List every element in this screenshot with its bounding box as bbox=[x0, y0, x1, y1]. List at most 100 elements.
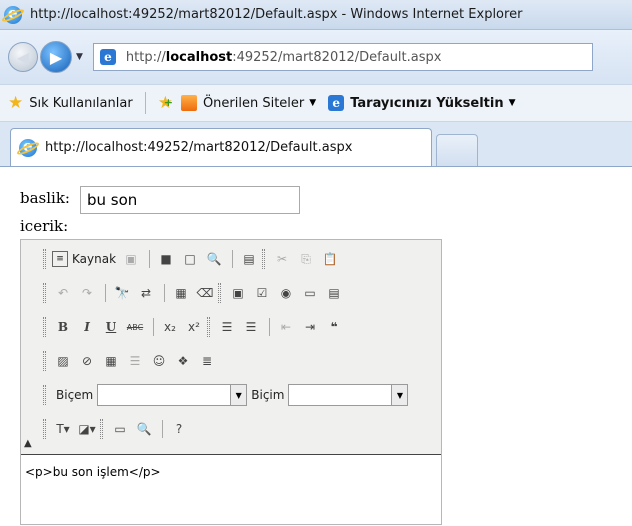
toolbar-grip bbox=[207, 317, 210, 337]
page-ie-icon: e bbox=[99, 49, 116, 65]
toolbar-row-4: ▨ ⊘ ▦ ☰ ☺ ❖ ≣ bbox=[21, 346, 220, 376]
toolbar-row-6: T▾ ◪▾ ▭ 🔍 ? bbox=[21, 414, 192, 444]
toolbar-separator bbox=[149, 250, 151, 268]
flash-icon[interactable]: ⊘ bbox=[76, 350, 98, 372]
forward-button[interactable]: ▶ bbox=[40, 41, 72, 73]
collapse-toolbar-icon[interactable]: ▲ bbox=[24, 438, 32, 449]
remove-format-icon[interactable]: ⌫ bbox=[194, 282, 216, 304]
add-to-favorites-icon[interactable]: ★ bbox=[158, 93, 173, 113]
upgrade-browser-link[interactable]: Tarayıcınızı Yükseltin bbox=[350, 96, 503, 111]
toolbar-separator bbox=[153, 318, 154, 336]
templates-icon[interactable]: ▤ bbox=[238, 248, 260, 270]
textarea-icon[interactable]: ▤ bbox=[323, 282, 345, 304]
toolbar-grip bbox=[43, 317, 46, 337]
italic-icon[interactable]: I bbox=[76, 316, 98, 338]
toolbar-grip bbox=[100, 419, 103, 439]
table-icon[interactable]: ▦ bbox=[100, 350, 122, 372]
window-titlebar: http://localhost:49252/mart82012/Default… bbox=[0, 0, 632, 30]
editor-content-area[interactable]: <p>bu son işlem</p> bbox=[21, 454, 441, 524]
subscript-icon[interactable]: x₂ bbox=[159, 316, 181, 338]
toolbar-grip bbox=[43, 419, 46, 439]
toolbar-grip bbox=[43, 385, 46, 405]
style-label: Biçem bbox=[56, 388, 94, 402]
tab-title: http://localhost:49252/mart82012/Default… bbox=[45, 140, 353, 155]
blockquote-icon[interactable]: ❝ bbox=[323, 316, 345, 338]
suggested-sites-link[interactable]: Önerilen Siteler bbox=[203, 96, 304, 111]
toolbar-row-3: B I U ABC x₂ x² ☰ ☰ ⇤ ⇥ ❝ bbox=[21, 312, 347, 342]
image-icon[interactable]: ▨ bbox=[52, 350, 74, 372]
toolbar-row-5: Biçem ▼ Biçim ▼ bbox=[21, 380, 409, 410]
new-page-icon[interactable]: □ bbox=[179, 248, 201, 270]
replace-icon[interactable]: ⇄ bbox=[135, 282, 157, 304]
back-arrow-icon: ◀ bbox=[16, 47, 30, 67]
new-tab-button[interactable] bbox=[436, 134, 478, 166]
toolbar-separator bbox=[269, 318, 270, 336]
toolbar-separator bbox=[232, 250, 234, 268]
horizontal-rule-icon[interactable]: ☰ bbox=[124, 350, 146, 372]
toolbar-grip bbox=[43, 283, 46, 303]
outdent-icon[interactable]: ⇤ bbox=[275, 316, 297, 338]
address-bar[interactable]: e http://localhost:49252/mart82012/Defau… bbox=[92, 43, 593, 71]
bulleted-list-icon[interactable]: ☰ bbox=[240, 316, 262, 338]
address-url[interactable]: http://localhost:49252/mart82012/Default… bbox=[126, 50, 442, 65]
maximize-icon[interactable]: ▭ bbox=[109, 418, 131, 440]
upgrade-ie-icon: e bbox=[328, 95, 345, 111]
select-all-icon[interactable]: ▦ bbox=[170, 282, 192, 304]
underline-icon[interactable]: U bbox=[100, 316, 122, 338]
recent-pages-dropdown-icon[interactable]: ▼ bbox=[76, 52, 83, 62]
redo-icon[interactable]: ↷ bbox=[76, 282, 98, 304]
toolbar-row-2: ↶ ↷ 🔭 ⇄ ▦ ⌫ ▣ ☑ ◉ ▭ ▤ bbox=[21, 278, 347, 308]
smiley-icon[interactable]: ☺ bbox=[148, 350, 170, 372]
favorites-bar: ★ Sık Kullanılanlar ★ Önerilen Siteler ▼… bbox=[0, 84, 632, 122]
page-content: baslik: icerik: ≡Kaynak ▣ ■ □ 🔍 ▤ ✂ ⎘ 📋 … bbox=[0, 166, 632, 526]
toolbar-grip bbox=[218, 283, 221, 303]
radio-icon[interactable]: ◉ bbox=[275, 282, 297, 304]
numbered-list-icon[interactable]: ☰ bbox=[216, 316, 238, 338]
toolbar-separator bbox=[105, 284, 106, 302]
bold-icon[interactable]: B bbox=[52, 316, 74, 338]
cut-icon[interactable]: ✂ bbox=[271, 248, 293, 270]
copy-icon[interactable]: ⎘ bbox=[295, 248, 317, 270]
format-select[interactable]: ▼ bbox=[288, 384, 409, 406]
superscript-icon[interactable]: x² bbox=[183, 316, 205, 338]
favorites-button-label[interactable]: Sık Kullanılanlar bbox=[29, 96, 132, 111]
undo-icon[interactable]: ↶ bbox=[52, 282, 74, 304]
tab-ie-icon bbox=[15, 137, 41, 157]
text-color-icon[interactable]: T▾ bbox=[52, 418, 74, 440]
suggested-sites-icon bbox=[180, 95, 197, 111]
favorites-separator bbox=[144, 92, 146, 114]
bg-color-icon[interactable]: ◪▾ bbox=[76, 418, 98, 440]
favorites-star-icon[interactable]: ★ bbox=[8, 94, 23, 112]
special-char-icon[interactable]: ❖ bbox=[172, 350, 194, 372]
indent-icon[interactable]: ⇥ bbox=[299, 316, 321, 338]
save-icon[interactable]: ■ bbox=[155, 248, 177, 270]
source-button[interactable]: ≡ Kaynak bbox=[52, 251, 116, 267]
suggested-sites-dropdown-icon[interactable]: ▼ bbox=[309, 98, 316, 108]
style-select[interactable]: ▼ bbox=[97, 384, 248, 406]
find-icon[interactable]: 🔭 bbox=[111, 282, 133, 304]
paste-icon[interactable]: 📋 bbox=[319, 248, 341, 270]
show-blocks-icon[interactable]: 🔍 bbox=[133, 418, 155, 440]
source-icon: ≡ bbox=[52, 251, 68, 267]
toolbar-grip bbox=[43, 351, 46, 371]
tab-row: http://localhost:49252/mart82012/Default… bbox=[0, 122, 632, 166]
save-icon-disabled: ▣ bbox=[125, 252, 137, 266]
toolbar-grip bbox=[262, 249, 266, 269]
preview-icon[interactable]: 🔍 bbox=[203, 248, 225, 270]
chevron-down-icon: ▼ bbox=[391, 385, 408, 405]
checkbox-icon[interactable]: ☑ bbox=[251, 282, 273, 304]
tab-active[interactable]: http://localhost:49252/mart82012/Default… bbox=[10, 128, 432, 166]
about-icon[interactable]: ? bbox=[168, 418, 190, 440]
ie-logo-icon bbox=[0, 4, 26, 24]
upgrade-dropdown-icon[interactable]: ▼ bbox=[509, 98, 516, 108]
window-title: http://localhost:49252/mart82012/Default… bbox=[30, 7, 523, 22]
toolbar-row-1: ≡ Kaynak ▣ ■ □ 🔍 ▤ ✂ ⎘ 📋 bbox=[21, 244, 343, 274]
page-break-icon[interactable]: ≣ bbox=[196, 350, 218, 372]
strikethrough-icon[interactable]: ABC bbox=[124, 316, 146, 338]
content-label: icerik: bbox=[20, 217, 69, 235]
form-icon[interactable]: ▣ bbox=[227, 282, 249, 304]
back-button[interactable]: ◀ bbox=[8, 42, 38, 72]
forward-arrow-icon: ▶ bbox=[49, 47, 63, 67]
title-input[interactable] bbox=[80, 186, 300, 214]
textfield-icon[interactable]: ▭ bbox=[299, 282, 321, 304]
